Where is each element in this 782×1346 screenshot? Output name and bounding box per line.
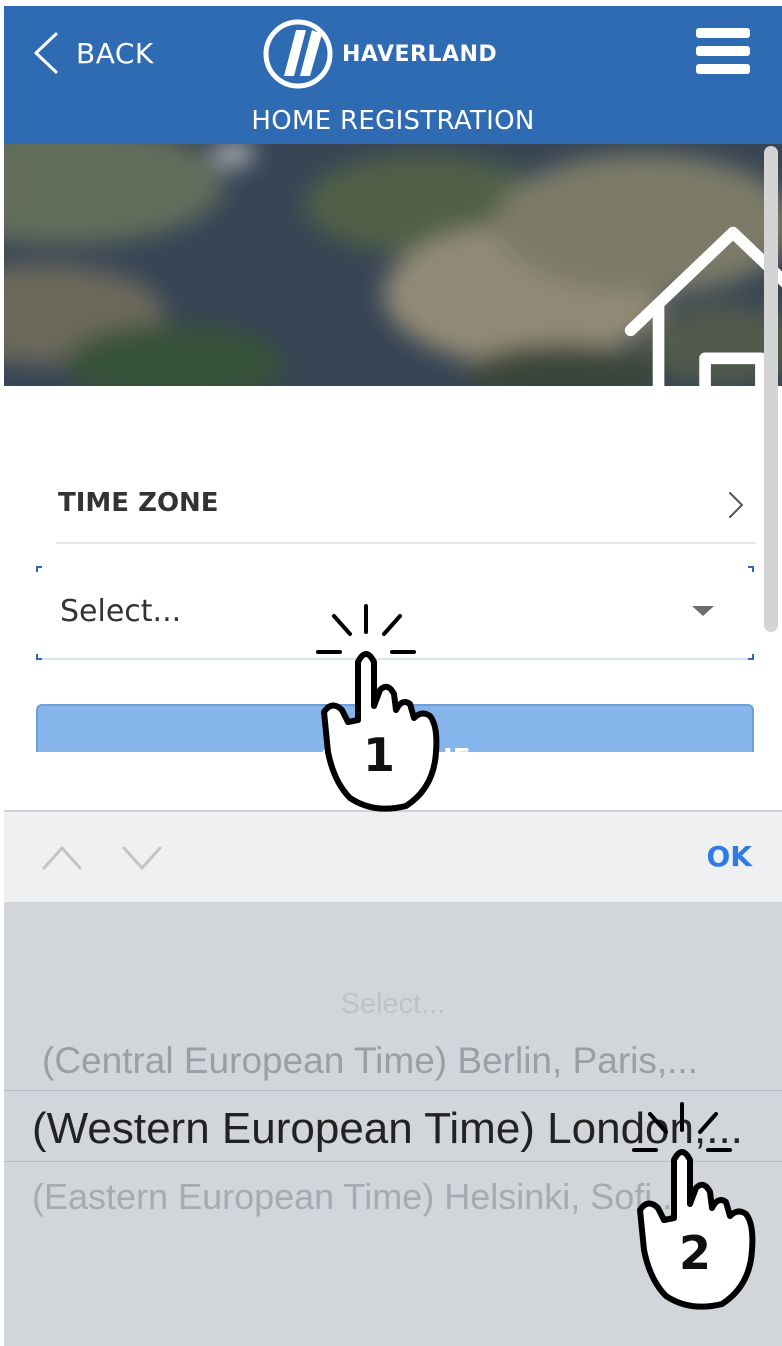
brand-name: HAVERLAND	[342, 41, 498, 67]
tap-hand-icon: 2	[630, 1100, 760, 1310]
time-zone-row[interactable]: TIME ZONE	[56, 470, 756, 544]
haverland-logo-icon	[263, 19, 333, 89]
picker-option[interactable]: (Central European Time) Berlin, Paris,..…	[4, 1040, 782, 1082]
step-number: 2	[678, 1226, 711, 1280]
picker-toolbar: OK	[4, 810, 782, 902]
picker-option[interactable]: Select...	[4, 988, 782, 1021]
hamburger-menu-icon[interactable]	[696, 28, 752, 80]
step-number: 1	[362, 728, 395, 782]
time-zone-label: TIME ZONE	[58, 488, 219, 518]
app-header: BACK HAVERLAND HOME REGISTRATION	[4, 6, 782, 144]
chevron-right-icon	[729, 492, 743, 518]
chevron-down-icon[interactable]	[120, 842, 164, 872]
haverland-logo: HAVERLAND	[262, 18, 497, 90]
ok-button[interactable]: OK	[707, 840, 753, 873]
back-label: BACK	[76, 36, 154, 70]
home-icon	[624, 226, 782, 386]
tap-hand-icon: 1	[314, 602, 444, 812]
page-title: HOME REGISTRATION	[251, 106, 535, 136]
page-scrollbar[interactable]	[764, 146, 778, 632]
chevron-left-icon	[34, 32, 58, 74]
back-button[interactable]: BACK	[28, 30, 154, 76]
caret-down-icon	[692, 606, 714, 616]
hero-banner	[4, 144, 782, 386]
select-value: Select...	[60, 594, 182, 629]
chevron-up-icon[interactable]	[40, 842, 84, 872]
